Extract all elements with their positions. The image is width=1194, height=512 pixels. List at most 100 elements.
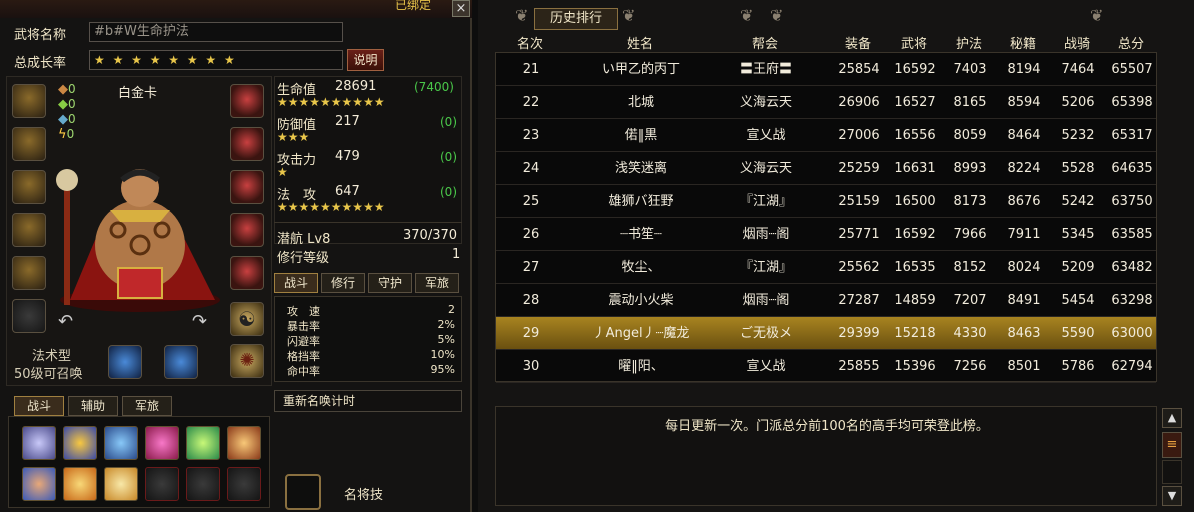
scroll-up-button[interactable]: ▲ <box>1162 408 1182 428</box>
ornament-icon: ❦ <box>622 6 636 25</box>
skill-slot[interactable] <box>227 426 261 460</box>
guardian-cell: 8059 <box>953 128 987 143</box>
eye-slot-1[interactable] <box>108 345 142 379</box>
skill-slot-locked[interactable] <box>145 467 179 501</box>
scroll-thumb[interactable]: ≡ <box>1162 432 1182 458</box>
close-button[interactable]: × <box>452 0 470 17</box>
general-cell: 15396 <box>894 359 936 374</box>
scroll-track[interactable] <box>1162 460 1182 484</box>
skill-slot[interactable] <box>22 467 56 501</box>
col-equip: 装备 <box>844 37 871 52</box>
def-stars: ★★★ <box>277 130 310 144</box>
tab-skill-assist[interactable]: 辅助 <box>68 396 118 416</box>
total-cell: 63298 <box>1111 293 1153 308</box>
equip-cell: 27287 <box>838 293 880 308</box>
tab-guard[interactable]: 守护 <box>368 273 412 293</box>
skill-slot-locked[interactable] <box>227 467 261 501</box>
guardian-cell: 7403 <box>953 62 987 77</box>
mount-cell: 5528 <box>1061 161 1095 176</box>
combat-key: 格挡率 <box>287 350 320 363</box>
ornament-icon: ❦ <box>740 6 754 25</box>
card-label: 白金卡 <box>118 86 158 101</box>
ranking-row[interactable]: 24 浅笑迷离 义海云天 25259 16631 8993 8224 5528 64635 <box>496 152 1156 185</box>
name-field[interactable]: #b#W生命护法 <box>89 22 343 42</box>
general-cell: 16527 <box>894 95 936 110</box>
name-cell: 牧尘、 <box>621 260 661 275</box>
yinyang-button[interactable]: ☯ <box>230 302 264 336</box>
ranking-row[interactable]: 30 曜‖阳、 宣乂战 25855 15396 7256 8501 5786 62794 <box>496 350 1156 383</box>
combat-row: 暴击率 2% <box>287 318 455 333</box>
skill-slot[interactable] <box>63 467 97 501</box>
total-cell: 65398 <box>1111 95 1153 110</box>
combat-row: 命中率 95% <box>287 363 455 378</box>
total-cell: 63482 <box>1111 260 1153 275</box>
skill-slot[interactable] <box>104 467 138 501</box>
ranking-row[interactable]: 27 牧尘、 『江湖』 25562 16535 8152 8024 5209 63482 <box>496 251 1156 284</box>
combat-val: 2% <box>437 318 455 331</box>
col-name: 姓名 <box>626 37 653 52</box>
potential-value: 370/370 <box>403 228 458 243</box>
equip-slot-2[interactable] <box>12 127 46 161</box>
famous-skill-slot[interactable] <box>285 474 321 510</box>
counters: ◆0 ◆0 ◆0 ϟ0 <box>58 82 76 142</box>
tab-army[interactable]: 军旅 <box>415 273 459 293</box>
guardian-cell: 8993 <box>953 161 987 176</box>
equip-slot-4[interactable] <box>12 213 46 247</box>
col-general: 武将 <box>900 37 927 52</box>
ranking-row[interactable]: 21 い甲乙的丙丁 〓王府〓 25854 16592 7403 8194 7464 65507 <box>496 53 1156 86</box>
col-guild: 帮会 <box>751 37 778 52</box>
pot-slot-1[interactable] <box>230 84 264 118</box>
total-cell: 63585 <box>1111 227 1153 242</box>
ranking-row[interactable]: 23 偌‖黒 宣乂战 27006 16556 8059 8464 5232 65317 <box>496 119 1156 152</box>
tab-skill-combat[interactable]: 战斗 <box>14 396 64 416</box>
eye-slot-2[interactable] <box>164 345 198 379</box>
guild-cell: 烟雨┈阁 <box>742 227 790 242</box>
name-cell: 浅笑迷离 <box>614 161 667 176</box>
ranking-row[interactable]: 25 雄狮バ狂野 『江湖』 25159 16500 8173 8676 5242 63750 <box>496 185 1156 218</box>
manual-cell: 8594 <box>1007 95 1041 110</box>
combat-key: 命中率 <box>287 365 320 378</box>
col-mount: 战骑 <box>1063 37 1090 52</box>
mag-bonus: (0) <box>440 185 457 199</box>
equip-slot-3[interactable] <box>12 170 46 204</box>
tab-history-ranking[interactable]: 历史排行 <box>534 8 618 30</box>
guild-cell: 烟雨┈阁 <box>742 293 790 308</box>
skill-slot[interactable] <box>186 426 220 460</box>
general-cell: 16631 <box>894 161 936 176</box>
tab-skill-army[interactable]: 军旅 <box>122 396 172 416</box>
explain-button[interactable]: 说明 <box>347 49 384 71</box>
tab-combat[interactable]: 战斗 <box>274 273 318 293</box>
total-cell: 63000 <box>1111 326 1153 341</box>
ranking-row[interactable]: 29 丿Angel丿┈魔龙 ご无极メ 29399 15218 4330 8463 5590 63… <box>496 317 1156 350</box>
rename-timer: 重新名唤计时 <box>274 390 462 412</box>
rotate-right-icon[interactable]: ↷ <box>192 311 207 332</box>
name-cell: 北城 <box>627 95 654 110</box>
rotate-left-icon[interactable]: ↶ <box>58 311 73 332</box>
atk-bonus: (0) <box>440 150 457 164</box>
total-cell: 64635 <box>1111 161 1153 176</box>
menu-lines-icon: ≡ <box>1166 437 1178 452</box>
skill-slot[interactable] <box>145 426 179 460</box>
skill-slot[interactable] <box>104 426 138 460</box>
pot-slot-5[interactable] <box>230 256 264 290</box>
lightning-icon: ϟ <box>58 127 67 142</box>
wheel-button[interactable]: ✺ <box>230 344 264 378</box>
equip-slot-5[interactable] <box>12 256 46 290</box>
scroll-down-button[interactable]: ▼ <box>1162 486 1182 506</box>
skill-slot[interactable] <box>63 426 97 460</box>
equip-slot-1[interactable] <box>12 84 46 118</box>
potential-label: 潜航 Lv8 <box>277 232 331 247</box>
ranking-row[interactable]: 26 ┈书笙┈ 烟雨┈阁 25771 16592 7966 7911 5345 63585 <box>496 218 1156 251</box>
manual-cell: 8501 <box>1007 359 1041 374</box>
equip-cell: 25771 <box>838 227 880 242</box>
guardian-cell: 8165 <box>953 95 987 110</box>
pot-slot-3[interactable] <box>230 170 264 204</box>
pot-slot-2[interactable] <box>230 127 264 161</box>
ranking-row[interactable]: 28 震动小火柴 烟雨┈阁 27287 14859 7207 8491 5454 63298 <box>496 284 1156 317</box>
pot-slot-4[interactable] <box>230 213 264 247</box>
ranking-row[interactable]: 22 北城 义海云天 26906 16527 8165 8594 5206 65398 <box>496 86 1156 119</box>
skill-slot-locked[interactable] <box>186 467 220 501</box>
tab-cultivation[interactable]: 修行 <box>321 273 365 293</box>
equip-slot-6[interactable] <box>12 299 46 333</box>
skill-slot[interactable] <box>22 426 56 460</box>
